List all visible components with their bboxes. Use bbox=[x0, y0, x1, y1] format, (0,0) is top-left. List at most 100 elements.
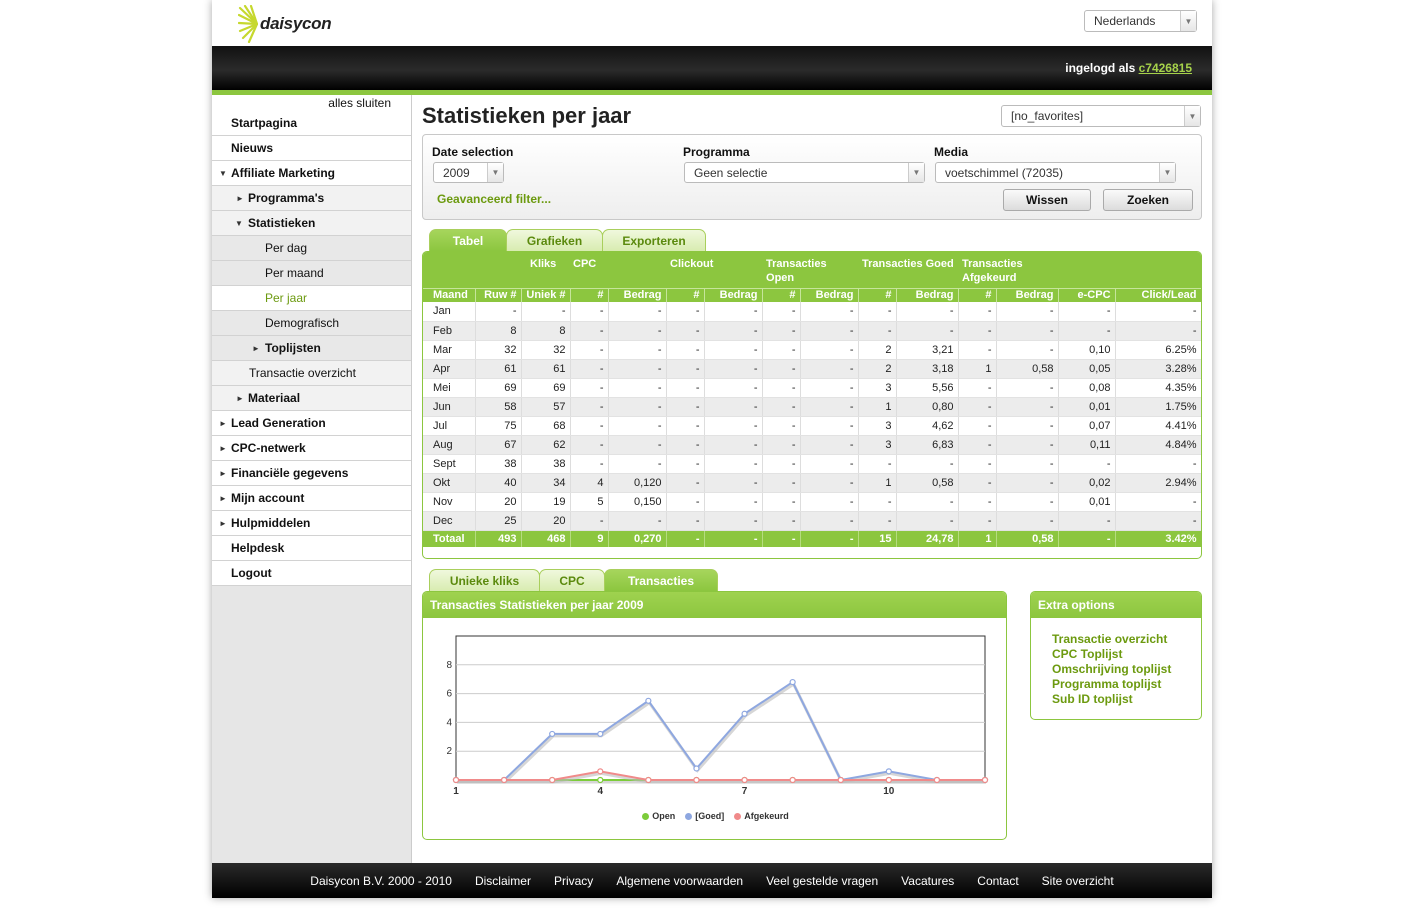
table-cell: 0,58 bbox=[996, 359, 1059, 379]
table-cell: - bbox=[666, 321, 705, 341]
table-cell: - bbox=[800, 492, 859, 512]
tab-cpc[interactable]: CPC bbox=[539, 569, 605, 591]
sidebar-item-nieuws[interactable]: Nieuws bbox=[212, 136, 411, 161]
sidebar-item-label: Demografisch bbox=[265, 316, 340, 330]
extra-link-transactie-overzicht[interactable]: Transactie overzicht bbox=[1052, 632, 1201, 647]
data-point bbox=[837, 776, 844, 784]
column-header: # bbox=[858, 287, 897, 302]
sidebar-item-demografisch[interactable]: Demografisch bbox=[212, 311, 411, 336]
table-cell: - bbox=[570, 321, 609, 341]
clear-button[interactable]: Wissen bbox=[1003, 189, 1091, 211]
footer-link-faq[interactable]: Veel gestelde vragen bbox=[766, 874, 878, 888]
sidebar-item-financiele-gegevens[interactable]: ► Financiële gegevens bbox=[212, 461, 411, 486]
table-cell: - bbox=[800, 473, 859, 493]
extra-link-programma-toplijst[interactable]: Programma toplijst bbox=[1052, 677, 1201, 692]
data-point bbox=[981, 776, 989, 784]
table-cell: - bbox=[704, 321, 763, 341]
tab-grafieken[interactable]: Grafieken bbox=[506, 229, 603, 251]
sidebar-item-helpdesk[interactable]: Helpdesk bbox=[212, 536, 411, 561]
program-select[interactable]: Geen selectie ▼ bbox=[684, 162, 925, 183]
media-select[interactable]: voetschimmel (72035) ▼ bbox=[935, 162, 1176, 183]
footer-link-privacy[interactable]: Privacy bbox=[554, 874, 593, 888]
sidebar-item-transactie-overzicht[interactable]: Transactie overzicht bbox=[212, 361, 411, 386]
sidebar-item-mijn-account[interactable]: ► Mijn account bbox=[212, 486, 411, 511]
close-all-link[interactable]: alles sluiten bbox=[212, 95, 411, 111]
table-cell: - bbox=[704, 397, 763, 417]
table-cell: - bbox=[608, 378, 667, 398]
tab-transacties[interactable]: Transacties bbox=[604, 569, 718, 591]
tab-exporteren[interactable]: Exporteren bbox=[602, 229, 706, 251]
table-cell: Sept bbox=[423, 454, 476, 474]
table-cell: Mei bbox=[423, 378, 476, 398]
extra-link-omschrijving-toplijst[interactable]: Omschrijving toplijst bbox=[1052, 662, 1201, 677]
table-cell: - bbox=[666, 492, 705, 512]
table-cell: - bbox=[608, 397, 667, 417]
sidebar-item-programmas[interactable]: ► Programma's bbox=[212, 186, 411, 211]
table-cell: 4.84% bbox=[1115, 435, 1201, 455]
sidebar-item-materiaal[interactable]: ► Materiaal bbox=[212, 386, 411, 411]
table-cell: - bbox=[958, 454, 997, 474]
table-cell: 3 bbox=[858, 378, 897, 398]
language-select[interactable]: Nederlands ▼ bbox=[1084, 10, 1197, 32]
chevron-down-icon: ▼ bbox=[235, 219, 243, 228]
advanced-filter-link[interactable]: Geavanceerd filter... bbox=[437, 192, 551, 206]
tab-tabel[interactable]: Tabel bbox=[429, 229, 507, 251]
table-cell: - bbox=[958, 378, 997, 398]
table-row: Jan - - - - - - - - - - - - - - bbox=[423, 302, 1201, 322]
table-row: Jun 58 57- - - - - -1 0,80- -0,01 1.75% bbox=[423, 397, 1201, 417]
date-select[interactable]: 2009 ▼ bbox=[433, 162, 504, 183]
table-cell: - bbox=[800, 302, 859, 322]
legend-item[interactable]: [Goed] bbox=[685, 811, 724, 821]
table-cell: - bbox=[608, 321, 667, 341]
sidebar-item-statistieken[interactable]: ▼ Statistieken bbox=[212, 211, 411, 236]
table-cell: - bbox=[704, 511, 763, 531]
table-cell: - bbox=[570, 302, 609, 322]
extra-link-cpc-toplijst[interactable]: CPC Toplijst bbox=[1052, 647, 1201, 662]
sidebar-item-hulpmiddelen[interactable]: ► Hulpmiddelen bbox=[212, 511, 411, 536]
table-cell: - bbox=[704, 492, 763, 512]
sidebar-item-label: Per dag bbox=[265, 241, 308, 255]
table-cell: - bbox=[762, 416, 801, 436]
footer-link-disclaimer[interactable]: Disclaimer bbox=[475, 874, 531, 888]
table-cell: - bbox=[666, 340, 705, 360]
sidebar-item-logout[interactable]: Logout bbox=[212, 561, 411, 586]
table-cell: - bbox=[800, 397, 859, 417]
sidebar-item-label: Helpdesk bbox=[231, 541, 285, 555]
sidebar-item-cpc-netwerk[interactable]: ► CPC-netwerk bbox=[212, 436, 411, 461]
data-point bbox=[597, 776, 604, 784]
column-header: Bedrag bbox=[996, 287, 1059, 302]
sidebar-item-startpagina[interactable]: Startpagina bbox=[212, 111, 411, 136]
footer-link-site-overzicht[interactable]: Site overzicht bbox=[1042, 874, 1114, 888]
table-cell: - bbox=[608, 302, 667, 322]
chevron-right-icon: ► bbox=[219, 469, 227, 478]
sidebar-item-toplijsten[interactable]: ► Toplijsten bbox=[212, 336, 411, 361]
table-cell: - bbox=[666, 473, 705, 493]
favorites-select[interactable]: [no_favorites] ▼ bbox=[1001, 105, 1201, 127]
table-row: Mar 32 32- - - - - -2 3,21- -0,10 6.25% bbox=[423, 340, 1201, 360]
footer-link-contact[interactable]: Contact bbox=[977, 874, 1018, 888]
footer-link-vacatures[interactable]: Vacatures bbox=[901, 874, 954, 888]
footer-link-voorwaarden[interactable]: Algemene voorwaarden bbox=[616, 874, 743, 888]
legend-item[interactable]: Afgekeurd bbox=[734, 811, 789, 821]
sidebar-item-per-dag[interactable]: Per dag bbox=[212, 236, 411, 261]
table-cell: - bbox=[800, 416, 859, 436]
top-bar: daisycon Nederlands ▼ bbox=[212, 0, 1212, 46]
table-cell: - bbox=[958, 416, 997, 436]
legend-item[interactable]: Open bbox=[642, 811, 675, 821]
table-cell: - bbox=[608, 454, 667, 474]
tab-unieke-kliks[interactable]: Unieke kliks bbox=[429, 569, 540, 591]
chevron-down-icon: ▼ bbox=[1159, 163, 1175, 182]
sidebar-item-affiliate-marketing[interactable]: ▼ Affiliate Marketing bbox=[212, 161, 411, 186]
chart-tabs: Unieke kliks CPC Transacties bbox=[429, 569, 718, 591]
extra-link-sub-id-toplijst[interactable]: Sub ID toplijst bbox=[1052, 692, 1201, 707]
logo[interactable]: daisycon bbox=[238, 4, 332, 44]
table-cell: - bbox=[896, 492, 959, 512]
table-cell: 61 bbox=[475, 359, 522, 379]
sidebar-item-lead-generation[interactable]: ► Lead Generation bbox=[212, 411, 411, 436]
table-cell: - bbox=[608, 340, 667, 360]
table-cell: 3 bbox=[858, 416, 897, 436]
sidebar-item-per-jaar[interactable]: Per jaar bbox=[212, 286, 411, 311]
sidebar-item-per-maand[interactable]: Per maand bbox=[212, 261, 411, 286]
search-button[interactable]: Zoeken bbox=[1103, 189, 1193, 211]
login-user-link[interactable]: c7426815 bbox=[1139, 61, 1192, 75]
